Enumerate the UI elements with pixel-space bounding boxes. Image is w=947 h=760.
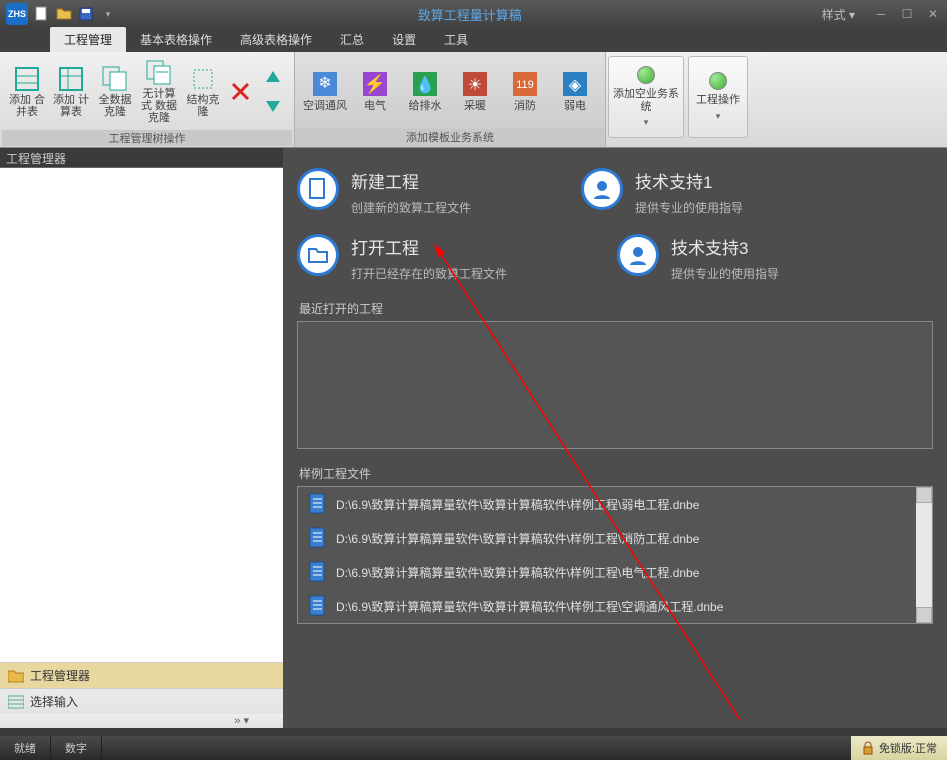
ribbon: 添加 合并表 添加 计算表 全数据 克隆 无计算式 数据克隆 结构克隆 工程管理… — [0, 52, 947, 148]
fire-button[interactable]: 119消防 — [501, 70, 549, 112]
add-merge-table-button[interactable]: 添加 合并表 — [6, 64, 48, 120]
scrollbar[interactable] — [916, 487, 932, 623]
move-up-icon[interactable] — [262, 68, 284, 90]
quick-access-toolbar: ▾ — [32, 4, 118, 24]
ribbon-group-label: 添加模板业务系统 — [297, 129, 603, 145]
support-icon — [581, 168, 623, 210]
svg-text:💧: 💧 — [415, 75, 435, 94]
hvac-button[interactable]: ❄空调通风 — [301, 70, 349, 112]
scroll-up-icon[interactable] — [916, 487, 932, 503]
lock-icon — [861, 741, 875, 755]
full-data-clone-button[interactable]: 全数据 克隆 — [94, 64, 136, 120]
file-icon — [308, 493, 328, 515]
new-file-icon[interactable] — [32, 4, 52, 24]
list-icon — [8, 695, 24, 709]
start-page: 新建工程创建新的致算工程文件 技术支持1提供专业的使用指导 打开工程打开已经存在… — [283, 148, 947, 728]
move-down-icon[interactable] — [262, 94, 284, 116]
recent-projects-list[interactable] — [297, 321, 933, 449]
support3-card[interactable]: 技术支持3提供专业的使用指导 — [617, 234, 779, 282]
tab-basic-table[interactable]: 基本表格操作 — [126, 27, 226, 52]
ribbon-group-label: 工程管理树操作 — [2, 130, 292, 146]
project-tree[interactable] — [0, 168, 283, 662]
open-project-card[interactable]: 打开工程打开已经存在的致算工程文件 — [297, 234, 507, 282]
ball-icon — [637, 66, 655, 84]
qat-dropdown-icon[interactable]: ▾ — [98, 4, 118, 24]
tab-tools[interactable]: 工具 — [430, 27, 482, 52]
sample-projects-label: 样例工程文件 — [299, 465, 933, 482]
structure-clone-button[interactable]: 结构克隆 — [182, 64, 224, 120]
open-folder-icon[interactable] — [54, 4, 74, 24]
status-ready: 就绪 — [0, 736, 51, 760]
style-dropdown[interactable]: 样式 ▾ — [822, 6, 855, 23]
file-icon — [308, 595, 328, 617]
svg-text:❄: ❄ — [318, 75, 331, 92]
svg-text:◈: ◈ — [569, 77, 582, 94]
file-icon — [308, 561, 328, 583]
svg-text:119: 119 — [516, 79, 534, 91]
electrical-button[interactable]: ⚡电气 — [351, 70, 399, 112]
weak-current-button[interactable]: ◈弱电 — [551, 70, 599, 112]
panel-tab-select-input[interactable]: 选择输入 — [0, 688, 283, 714]
sample-projects-list: D:\6.9\致算计算稿算量软件\致算计算稿软件\样例工程\弱电工程.dnbe … — [297, 486, 933, 624]
open-folder-icon — [297, 234, 339, 276]
tab-project-mgmt[interactable]: 工程管理 — [50, 27, 126, 52]
close-icon[interactable]: ✕ — [925, 6, 941, 22]
ribbon-group-template: ❄空调通风 ⚡电气 💧给排水 ☀采暖 119消防 ◈弱电 添加模板业务系统 — [295, 52, 606, 147]
project-manager-panel: 工程管理器 工程管理器 选择输入 » ▾ — [0, 148, 283, 728]
delete-icon[interactable] — [230, 81, 252, 103]
ribbon-group-tree: 添加 合并表 添加 计算表 全数据 克隆 无计算式 数据克隆 结构克隆 工程管理… — [0, 52, 295, 147]
status-license[interactable]: 免锁版:正常 — [851, 736, 947, 760]
menu-tabs: 工程管理 基本表格操作 高级表格操作 汇总 设置 工具 — [0, 28, 947, 52]
plumbing-button[interactable]: 💧给排水 — [401, 70, 449, 112]
heating-button[interactable]: ☀采暖 — [451, 70, 499, 112]
panel-tab-project-manager[interactable]: 工程管理器 — [0, 662, 283, 688]
no-formula-clone-button[interactable]: 无计算式 数据克隆 — [138, 58, 180, 126]
scroll-down-icon[interactable] — [916, 607, 932, 623]
list-item[interactable]: D:\6.9\致算计算稿算量软件\致算计算稿软件\样例工程\电气工程.dnbe — [298, 555, 932, 589]
panel-overflow-icon[interactable]: » ▾ — [0, 714, 283, 728]
svg-text:☀: ☀ — [468, 77, 482, 94]
svg-text:⚡: ⚡ — [364, 73, 386, 95]
support-icon — [617, 234, 659, 276]
app-icon[interactable]: ZHS — [6, 3, 28, 25]
tab-summary[interactable]: 汇总 — [326, 27, 378, 52]
add-empty-system-button[interactable]: 添加空业务系统 ▾ — [608, 56, 684, 138]
save-icon[interactable] — [76, 4, 96, 24]
ball-icon — [709, 72, 727, 90]
tab-advanced-table[interactable]: 高级表格操作 — [226, 27, 326, 52]
new-file-icon — [297, 168, 339, 210]
window-title: 致算工程量计算稿 — [118, 5, 822, 24]
folder-icon — [8, 669, 24, 683]
statusbar: 就绪 数字 免锁版:正常 — [0, 736, 947, 760]
file-icon — [308, 527, 328, 549]
status-num: 数字 — [51, 736, 102, 760]
list-item[interactable]: D:\6.9\致算计算稿算量软件\致算计算稿软件\样例工程\消防工程.dnbe — [298, 521, 932, 555]
recent-projects-label: 最近打开的工程 — [299, 300, 933, 317]
maximize-icon[interactable]: ☐ — [899, 6, 915, 22]
new-project-card[interactable]: 新建工程创建新的致算工程文件 — [297, 168, 471, 216]
project-operations-button[interactable]: 工程操作 ▾ — [688, 56, 748, 138]
list-item[interactable]: D:\6.9\致算计算稿算量软件\致算计算稿软件\样例工程\空调通风工程.dnb… — [298, 589, 932, 623]
support1-card[interactable]: 技术支持1提供专业的使用指导 — [581, 168, 743, 216]
list-item[interactable]: D:\6.9\致算计算稿算量软件\致算计算稿软件\样例工程\弱电工程.dnbe — [298, 487, 932, 521]
minimize-icon[interactable]: ─ — [873, 6, 889, 22]
tab-settings[interactable]: 设置 — [378, 27, 430, 52]
titlebar: ZHS ▾ 致算工程量计算稿 样式 ▾ ─ ☐ ✕ — [0, 0, 947, 28]
add-calc-table-button[interactable]: 添加 计算表 — [50, 64, 92, 120]
panel-title: 工程管理器 — [0, 148, 283, 168]
